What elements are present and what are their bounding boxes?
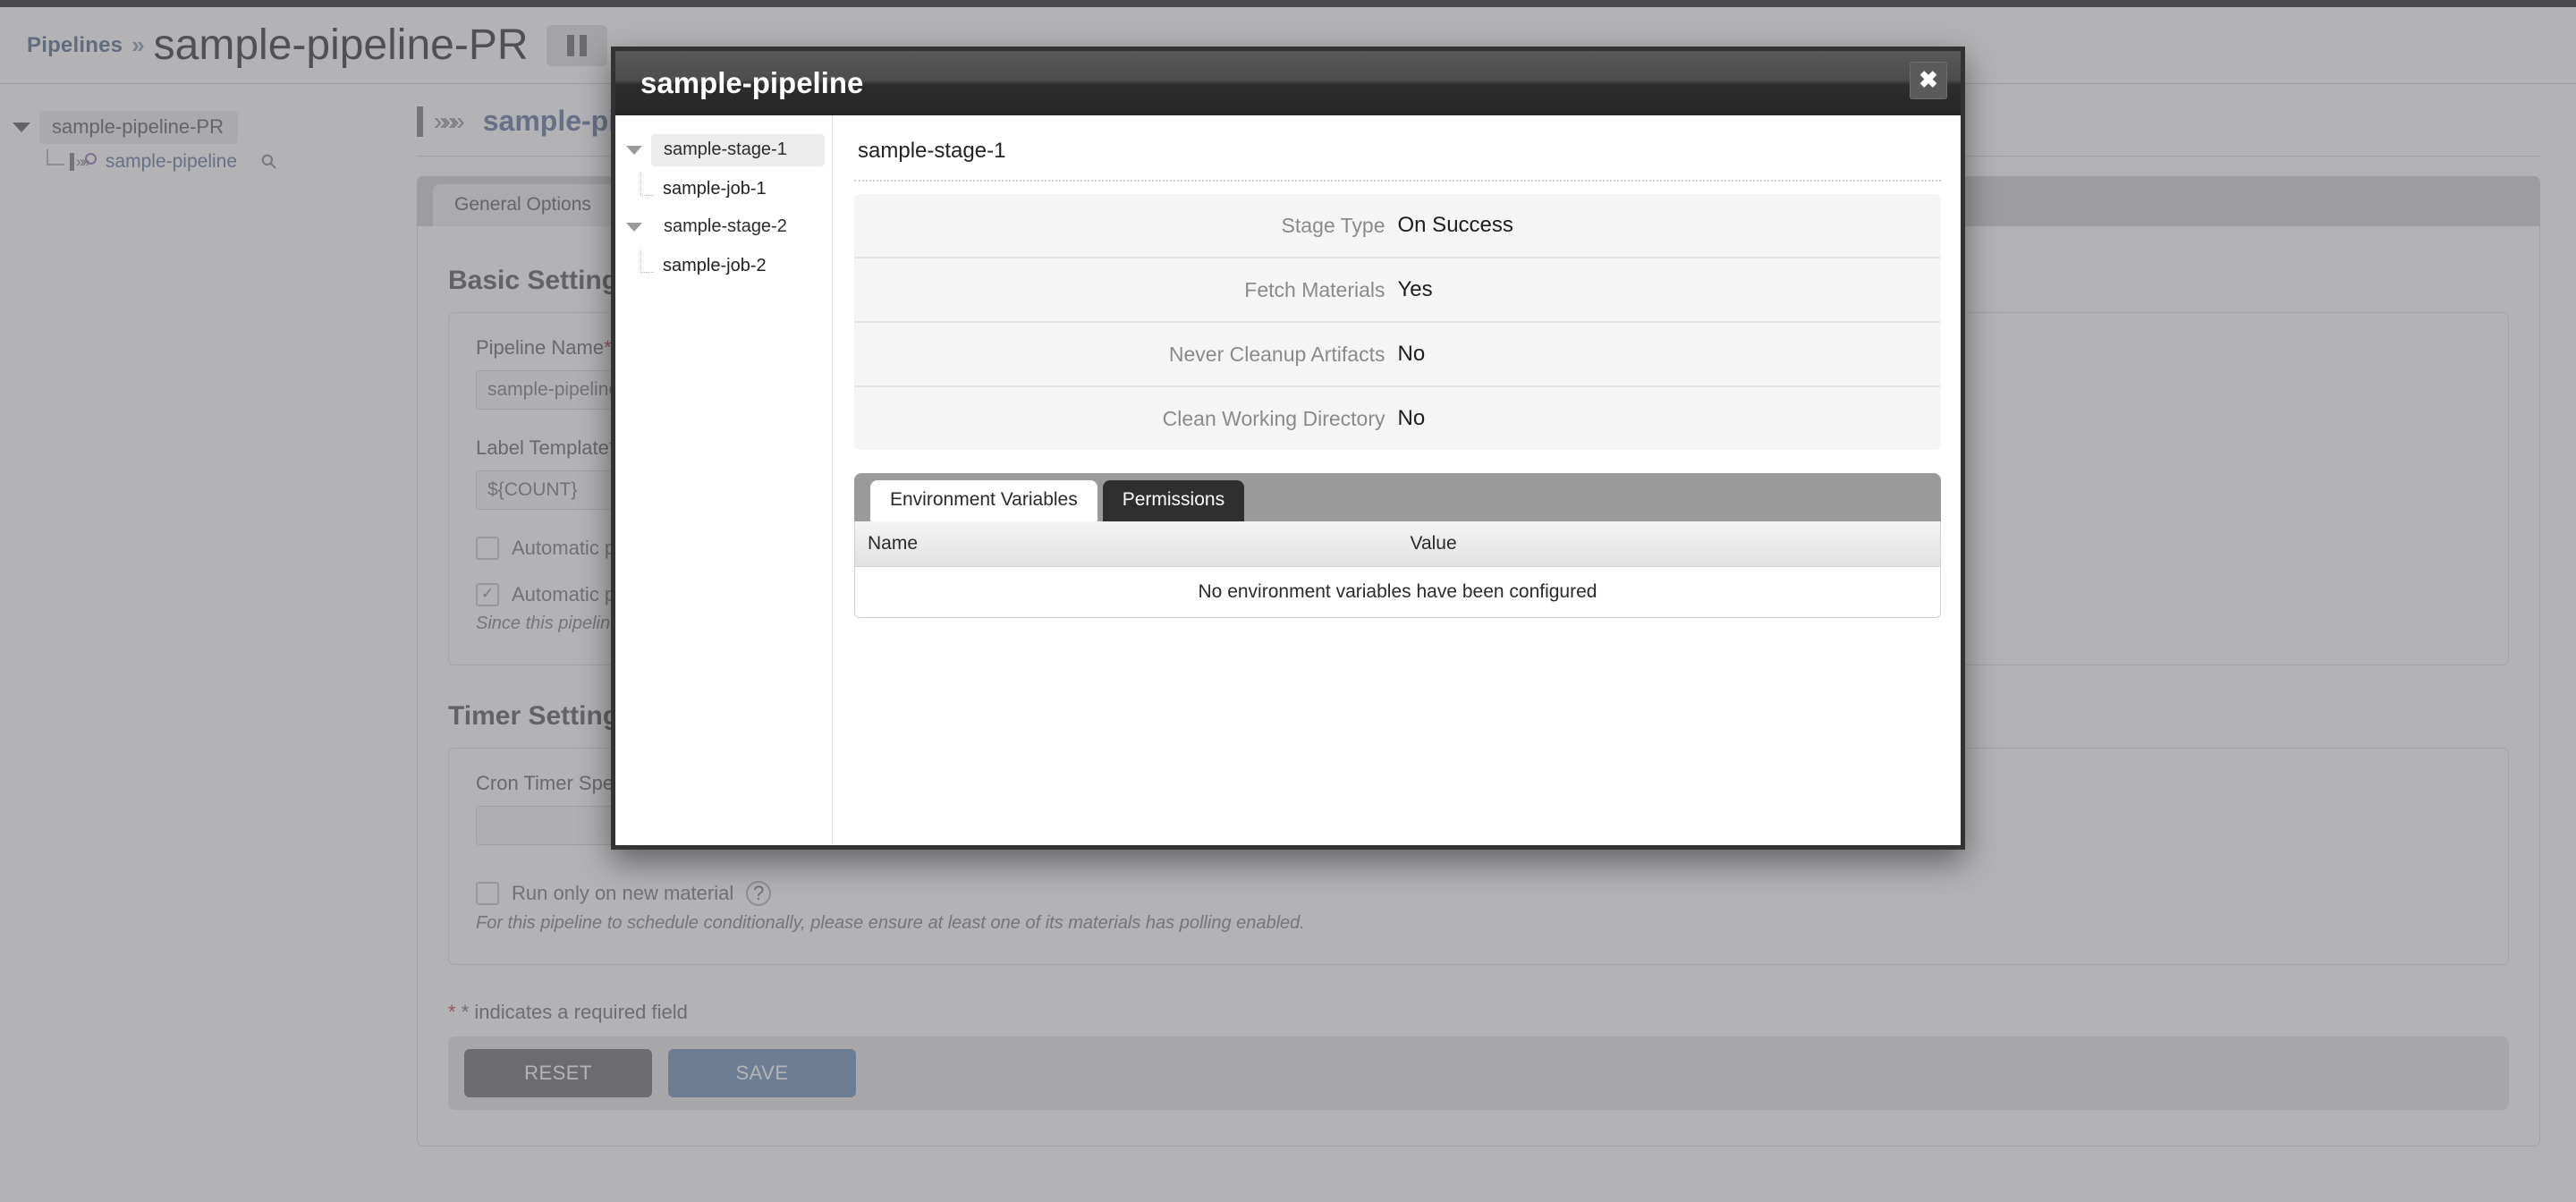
detail-value: No (1397, 342, 1426, 366)
modal-tabstrip: Environment Variables Permissions (854, 473, 1941, 521)
tree-job-label: sample-job-2 (663, 255, 767, 275)
tab-permissions[interactable]: Permissions (1102, 480, 1245, 521)
detail-key: Clean Working Directory (1162, 406, 1385, 430)
empty-state-message: No environment variables have been confi… (855, 567, 1940, 617)
pipeline-details-modal: sample-pipeline ✖ sample-stage-1 sample-… (611, 47, 1965, 850)
tree-job-label: sample-job-1 (663, 178, 767, 199)
detail-key: Stage Type (1281, 213, 1385, 237)
modal-detail-pane: sample-stage-1 Stage Type On Success Fet… (833, 115, 1961, 845)
chevron-down-icon[interactable] (626, 146, 642, 155)
tree-item-sample-job-2[interactable]: sample-job-2 (615, 246, 832, 285)
tree-dotted-connector (640, 171, 654, 196)
tab-environment-variables[interactable]: Environment Variables (870, 480, 1097, 521)
modal-header: sample-pipeline ✖ (615, 51, 1961, 115)
detail-value: On Success (1397, 213, 1513, 237)
detail-key: Never Cleanup Artifacts (1168, 342, 1385, 366)
table-row: Clean Working Directory No (854, 387, 1941, 450)
stage-detail-heading: sample-stage-1 (854, 131, 1941, 182)
tree-dotted-connector (640, 248, 654, 273)
environment-variables-table: Name Value No environment variables have… (854, 521, 1941, 618)
detail-value: No (1397, 406, 1426, 430)
tree-stage-label: sample-stage-2 (664, 216, 787, 236)
stage-detail-table: Stage Type On Success Fetch Materials Ye… (854, 194, 1941, 450)
chevron-down-icon[interactable] (626, 223, 642, 232)
table-row: Never Cleanup Artifacts No (854, 323, 1941, 387)
table-header-row: Name Value (855, 521, 1940, 567)
detail-value: Yes (1397, 277, 1433, 301)
table-row: Stage Type On Success (854, 194, 1941, 258)
column-header-name: Name (868, 533, 919, 554)
modal-body: sample-stage-1 sample-job-1 sample-stage… (615, 115, 1961, 845)
modal-title: sample-pipeline (640, 66, 864, 99)
tree-item-sample-stage-1[interactable]: sample-stage-1 (615, 131, 832, 169)
tree-stage-label: sample-stage-1 (651, 134, 825, 166)
table-row: Fetch Materials Yes (854, 258, 1941, 323)
modal-stage-tree: sample-stage-1 sample-job-1 sample-stage… (615, 115, 833, 845)
tree-item-sample-stage-2[interactable]: sample-stage-2 (615, 208, 832, 246)
close-icon[interactable]: ✖ (1910, 62, 1947, 99)
detail-key: Fetch Materials (1244, 277, 1385, 301)
column-header-value: Value (1410, 533, 1457, 554)
tree-item-sample-job-1[interactable]: sample-job-1 (615, 169, 832, 208)
